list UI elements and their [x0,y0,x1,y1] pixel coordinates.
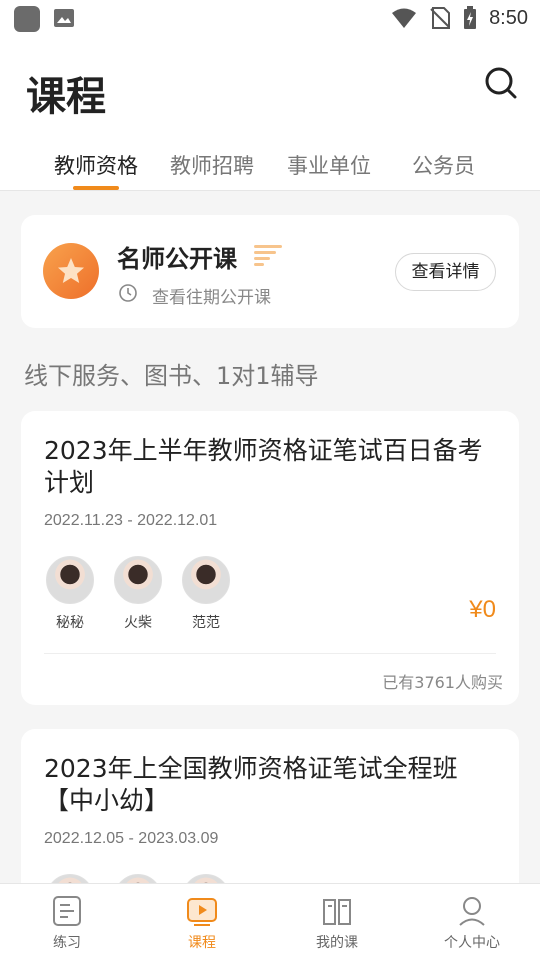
wifi-icon [392,8,417,28]
teacher-name: 火柴 [124,615,152,631]
video-course-icon [187,898,217,926]
nav-courses[interactable]: 课程 [157,894,247,952]
open-class-card[interactable]: 名师公开课 查看往期公开课 查看详情 [21,215,519,328]
course-price: ¥0 [469,596,496,623]
tab-public-institution[interactable]: 事业单位 [287,150,371,180]
category-tabs: 教师资格 教师招聘 事业单位 公务员 [0,146,540,190]
practice-icon [53,896,81,926]
nav-label: 课程 [188,935,216,951]
bottom-navigation: 练习 课程 我的课 个人中心 [0,883,540,960]
status-bar: 8:50 [0,0,540,36]
search-icon[interactable] [484,66,518,100]
no-sim-icon [430,7,451,29]
tab-teacher-recruitment[interactable]: 教师招聘 [170,150,254,180]
open-class-title: 名师公开课 [117,245,237,273]
course-card[interactable]: 2023年上半年教师资格证笔试百日备考计划 2022.11.23 - 2022.… [21,411,519,705]
past-classes-link[interactable]: 查看往期公开课 [152,283,271,308]
stripes-flag-icon [254,245,282,266]
avatar [46,556,94,604]
person-icon [459,897,485,926]
book-icon [323,899,351,925]
teacher: 秘秘 [44,556,96,632]
divider [44,653,496,654]
nav-label: 我的课 [316,935,358,951]
star-badge-icon [43,243,99,299]
clock-icon [119,284,137,302]
nav-practice[interactable]: 练习 [22,894,112,952]
page-header: 课程 教师资格 教师招聘 事业单位 公务员 [0,36,540,191]
teacher-name: 范范 [192,615,220,631]
battery-charging-icon [464,6,477,29]
image-notification-icon [54,9,74,27]
app-notification-icon [14,6,40,32]
teacher-name: 秘秘 [56,615,84,631]
course-title: 2023年上全国教师资格证笔试全程班【中小幼】 [44,754,458,815]
teacher: 火柴 [112,556,164,632]
page-title: 课程 [26,74,106,120]
tab-civil-servant[interactable]: 公务员 [412,150,475,180]
tab-teacher-qualification[interactable]: 教师资格 [54,150,138,180]
nav-label: 练习 [53,935,81,951]
section-title: 线下服务、图书、1对1辅导 [24,362,319,390]
avatar [182,556,230,604]
clock-time: 8:50 [489,6,528,29]
teacher: 范范 [180,556,232,632]
course-date: 2022.12.05 - 2023.03.09 [44,830,219,847]
course-title: 2023年上半年教师资格证笔试百日备考计划 [44,436,483,497]
view-details-button[interactable]: 查看详情 [395,253,496,291]
nav-profile[interactable]: 个人中心 [427,894,517,952]
purchase-count: 已有3761人购买 [382,673,503,692]
nav-label: 个人中心 [444,935,500,951]
avatar [114,556,162,604]
nav-my-courses[interactable]: 我的课 [292,894,382,952]
active-tab-indicator [73,186,119,190]
course-date: 2022.11.23 - 2022.12.01 [44,512,218,529]
